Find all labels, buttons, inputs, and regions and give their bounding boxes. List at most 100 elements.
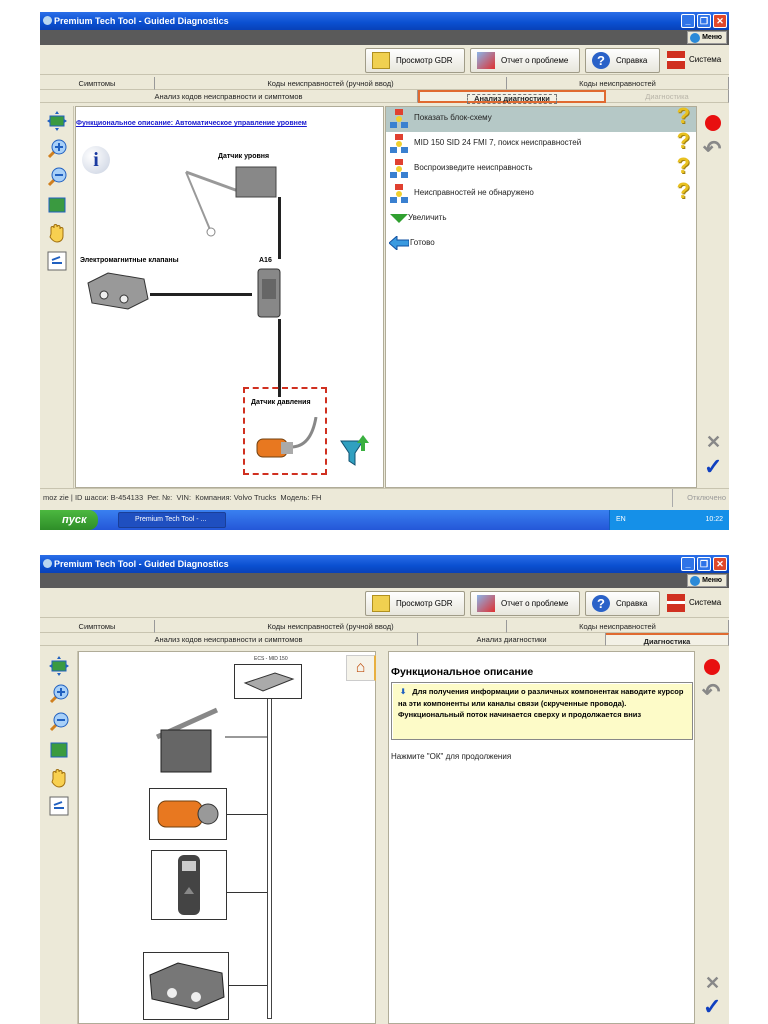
zoom-out-icon[interactable] xyxy=(46,166,68,188)
gdr-view-button[interactable]: Просмотр GDR xyxy=(365,591,465,616)
data-bus-line[interactable] xyxy=(267,699,272,1019)
fit-view-icon[interactable] xyxy=(46,110,68,132)
list-item-label: Готово xyxy=(410,238,435,247)
maximize-button[interactable]: ❐ xyxy=(697,14,711,28)
tab-fault-codes[interactable]: Коды неисправностей xyxy=(507,620,729,633)
app-icon xyxy=(43,559,52,568)
tab-diagnostics[interactable]: Диагностика xyxy=(606,90,729,103)
menu-button[interactable]: Меню xyxy=(687,574,727,587)
cancel-x-icon[interactable]: ✕ xyxy=(706,432,721,453)
connection-line[interactable] xyxy=(278,319,281,397)
gdr-view-button[interactable]: Просмотр GDR xyxy=(365,48,465,73)
confirm-check-icon[interactable]: ✓ xyxy=(703,994,721,1020)
tab-fault-symptom-analysis[interactable]: Анализ кодов неисправности и симптомов xyxy=(40,633,418,646)
help-button[interactable]: ? Справка xyxy=(585,591,660,616)
close-button[interactable]: ✕ xyxy=(713,557,727,571)
help-icon: ? xyxy=(592,595,610,612)
problem-report-button[interactable]: Отчет о проблеме xyxy=(470,591,580,616)
list-item-label: Увеличить xyxy=(408,213,447,222)
list-item-show-block-diagram[interactable]: Показать блок-схему? xyxy=(386,105,696,132)
start-button[interactable]: пуск xyxy=(40,510,98,530)
solenoid-valves-image[interactable] xyxy=(84,269,152,311)
connection-line[interactable] xyxy=(150,293,252,296)
problem-report-button[interactable]: Отчет о проблеме xyxy=(470,48,580,73)
tab-diagnostic-analysis[interactable]: Анализ диагностики xyxy=(418,633,606,646)
tab-fault-codes-manual[interactable]: Коды неисправностей (ручной ввод) xyxy=(155,77,507,90)
connection-line xyxy=(229,985,267,986)
pan-hand-icon[interactable] xyxy=(48,767,70,789)
minimize-button[interactable]: _ xyxy=(681,14,695,28)
pan-hand-icon[interactable] xyxy=(46,222,68,244)
help-button[interactable]: ? Справка xyxy=(585,48,660,73)
confirm-check-icon[interactable]: ✓ xyxy=(704,454,722,480)
system-label: Система xyxy=(689,55,722,64)
ecu-image[interactable] xyxy=(254,267,284,319)
pressure-sensor-box[interactable] xyxy=(149,788,227,840)
help-question-icon[interactable]: ? xyxy=(677,180,690,202)
diagram-pane: ECS - MID 150 xyxy=(78,651,376,1024)
list-item-mid150-troubleshoot[interactable]: MID 150 SID 24 FMI 7, поиск неисправност… xyxy=(386,130,696,157)
tab-symptoms[interactable]: Симптомы xyxy=(40,77,155,90)
pressure-sensor-highlight[interactable]: Датчик давления xyxy=(243,387,327,475)
list-item-reproduce-fault[interactable]: Воспроизведите неисправность? xyxy=(386,155,696,182)
minimize-button[interactable]: _ xyxy=(681,557,695,571)
layer-toggle-icon[interactable] xyxy=(48,795,70,817)
help-label: Справка xyxy=(616,599,648,608)
help-question-icon[interactable]: ? xyxy=(677,130,690,152)
zoom-in-icon[interactable] xyxy=(46,138,68,160)
stop-icon[interactable] xyxy=(704,659,720,675)
info-icon[interactable]: i xyxy=(82,146,110,174)
level-sensor-image[interactable] xyxy=(147,702,267,782)
tab-diagnostics[interactable]: Диагностика xyxy=(606,633,729,646)
system-button[interactable]: Система xyxy=(665,591,721,616)
status-model: Модель: FH xyxy=(280,493,322,502)
fit-view-icon[interactable] xyxy=(48,655,70,677)
language-indicator[interactable]: EN xyxy=(616,516,626,523)
tab-fault-symptom-analysis[interactable]: Анализ кодов неисправности и симптомов xyxy=(40,90,418,103)
functional-description-link[interactable]: Функциональное описание: Автоматическое … xyxy=(76,120,307,127)
taskbar-item-ptt[interactable]: Premium Tech Tool - ... xyxy=(118,512,226,528)
network-icon xyxy=(667,51,685,69)
fit-page-icon[interactable] xyxy=(48,739,70,761)
list-item-no-faults-found[interactable]: Неисправностей не обнаружено? xyxy=(386,180,696,207)
help-question-icon[interactable]: ? xyxy=(677,155,690,177)
layer-toggle-icon[interactable] xyxy=(46,250,68,272)
list-item-expand[interactable]: Увеличить xyxy=(386,207,696,232)
level-sensor-image[interactable] xyxy=(181,162,311,242)
network-icon xyxy=(667,594,685,612)
menu-button[interactable]: Меню xyxy=(687,31,727,44)
undo-icon[interactable]: ↶ xyxy=(702,679,720,705)
close-button[interactable]: ✕ xyxy=(713,14,727,28)
window-guided-diagnostics-1: Premium Tech Tool - Guided Diagnostics _… xyxy=(40,12,729,530)
cancel-x-icon[interactable]: ✕ xyxy=(705,973,720,994)
connection-status: Отключено xyxy=(672,489,726,507)
list-item-done[interactable]: Готово xyxy=(386,232,696,257)
solenoid-valves-box[interactable] xyxy=(143,952,229,1020)
undo-icon[interactable]: ↶ xyxy=(703,136,721,162)
tab-fault-codes-manual[interactable]: Коды неисправностей (ручной ввод) xyxy=(155,620,507,633)
toolbar: Просмотр GDR Отчет о проблеме ? Справка С… xyxy=(40,45,729,75)
tab-diagnostic-analysis[interactable]: Анализ диагностики xyxy=(418,90,606,104)
tab-fault-codes[interactable]: Коды неисправностей xyxy=(507,77,729,90)
system-button[interactable]: Система xyxy=(665,48,721,73)
home-button[interactable]: ⌂ xyxy=(346,655,376,681)
step-list: Показать блок-схему? MID 150 SID 24 FMI … xyxy=(385,105,697,488)
ecu-box[interactable] xyxy=(234,664,302,699)
continue-prompt: Нажмите "ОК" для продолжения xyxy=(391,752,512,761)
diagram-tools xyxy=(40,651,78,1024)
help-question-icon[interactable]: ? xyxy=(677,105,690,127)
fit-page-icon[interactable] xyxy=(46,194,68,216)
action-column: ↶ ✕ ✓ xyxy=(697,106,729,488)
remote-control-box[interactable] xyxy=(151,850,227,920)
filter-icon[interactable] xyxy=(339,433,373,467)
stop-icon[interactable] xyxy=(705,115,721,131)
zoom-in-icon[interactable] xyxy=(48,683,70,705)
zoom-out-icon[interactable] xyxy=(48,711,70,733)
tab-symptoms[interactable]: Симптомы xyxy=(40,620,155,633)
network-icon xyxy=(390,184,408,203)
help-icon: ? xyxy=(592,52,610,69)
maximize-button[interactable]: ❐ xyxy=(697,557,711,571)
triangle-down-icon xyxy=(390,214,408,223)
report-icon xyxy=(477,595,495,612)
connection-line[interactable] xyxy=(278,197,281,259)
